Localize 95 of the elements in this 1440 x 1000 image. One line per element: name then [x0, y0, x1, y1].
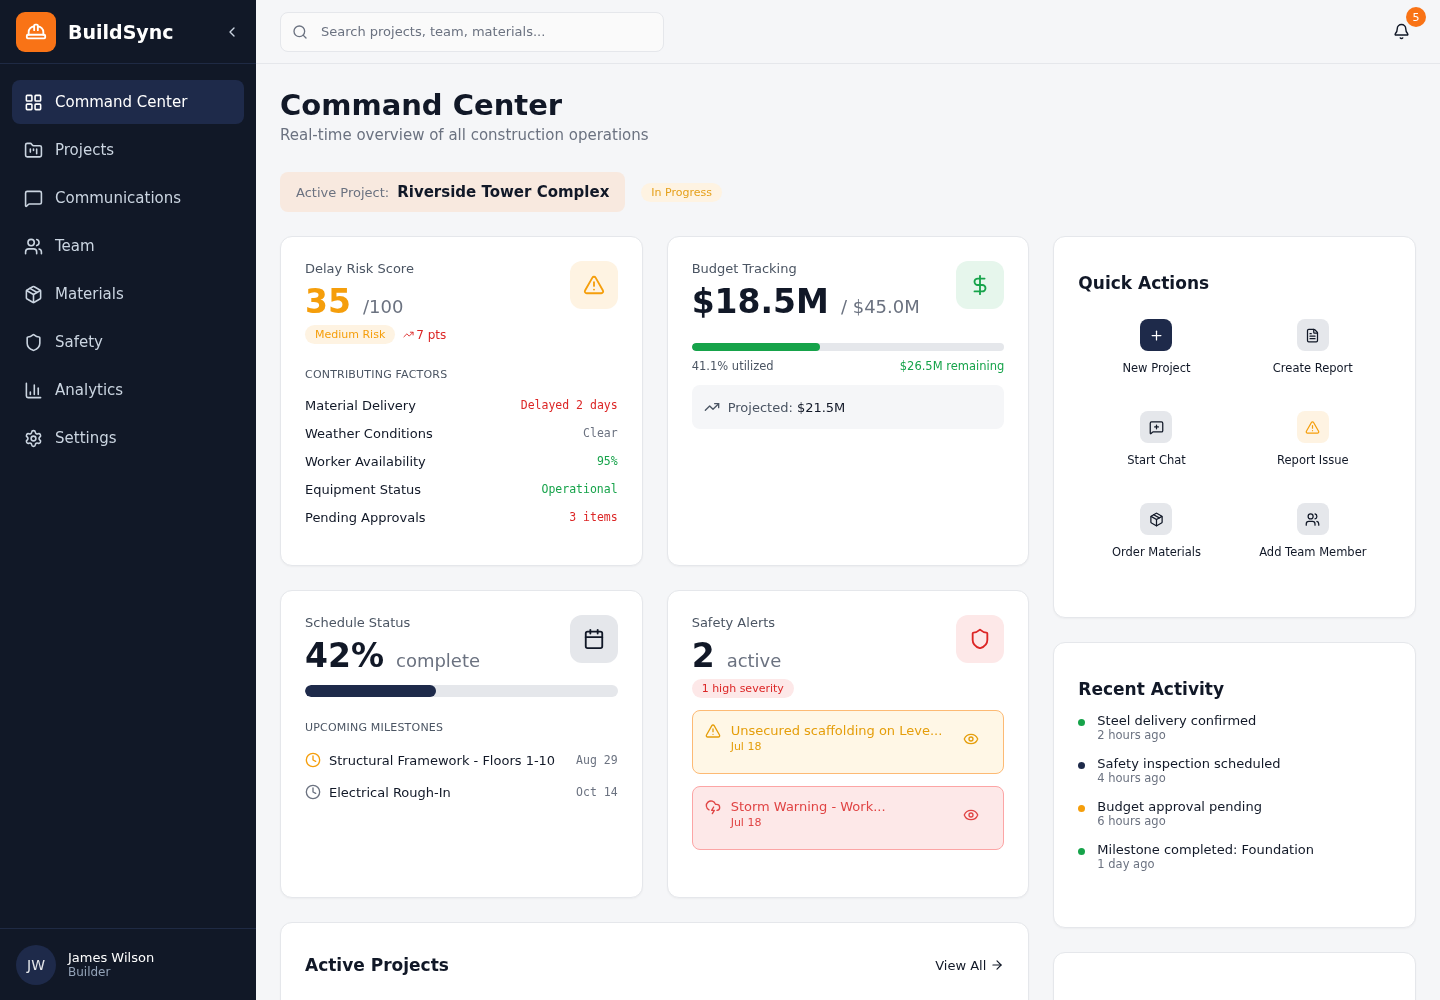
factor-name: Pending Approvals	[305, 509, 426, 525]
schedule-suffix: complete	[396, 650, 481, 671]
alert-date: Jul 18	[730, 740, 763, 753]
card-title: Delay Risk Score	[305, 261, 414, 276]
activity-time: 4 hours ago	[1097, 771, 1167, 785]
alert-count: 2	[691, 636, 715, 675]
activity-text: Safety inspection scheduled	[1097, 756, 1281, 771]
nav-item[interactable]: Materials	[12, 272, 244, 316]
risk-score: 35	[305, 282, 351, 321]
factor-name: Equipment Status	[305, 481, 422, 497]
milestone-name: Electrical Rough-In	[329, 784, 452, 800]
card-title: Recent Activity	[1078, 679, 1225, 699]
nav-item[interactable]: Safety	[12, 320, 244, 364]
page-title: Command Center	[280, 88, 564, 122]
activity-text: Steel delivery confirmed	[1097, 713, 1257, 728]
budget-total: / $45.0M	[840, 296, 920, 317]
quick-action-button[interactable]: Start Chat	[1078, 411, 1235, 467]
factor-name: Worker Availability	[305, 453, 426, 469]
dashboard-icon	[24, 92, 43, 112]
severity-badge: 1 high severity	[691, 679, 794, 698]
activity-time: 2 hours ago	[1097, 728, 1167, 742]
status-badge: In Progress	[641, 182, 722, 202]
storm-icon	[704, 799, 721, 815]
card-title: Active Projects	[305, 955, 449, 975]
brand-name: BuildSync	[68, 20, 175, 43]
nav-item[interactable]: Command Center	[12, 80, 244, 124]
card-title: Schedule Status	[305, 615, 412, 630]
quick-action-button[interactable]: New Project	[1078, 319, 1235, 375]
nav-item[interactable]: Team	[12, 224, 244, 268]
alert-suffix: active	[726, 650, 782, 671]
quick-action-button[interactable]: Create Report	[1234, 319, 1391, 375]
view-icon[interactable]	[963, 807, 980, 823]
nav-item[interactable]: Communications	[12, 176, 244, 220]
notification-count: 5	[1406, 7, 1426, 27]
score-max: /100	[362, 296, 404, 317]
utilized-text: 41.1% utilized	[691, 359, 774, 373]
card-title: Budget Tracking	[691, 261, 798, 276]
box-icon	[24, 284, 43, 304]
milestone-date: Aug 29	[576, 753, 618, 767]
factor-name: Weather Conditions	[305, 425, 433, 441]
active-project-label: Active Project:	[296, 184, 390, 200]
dollar-icon	[956, 261, 1005, 309]
search-field[interactable]: Search projects, team, materials...	[280, 11, 664, 52]
alert-title: Storm Warning - Work...	[730, 799, 887, 814]
risk-badge: Medium Risk	[305, 325, 396, 344]
warning-icon	[704, 723, 721, 739]
arrow-icon	[990, 958, 1005, 972]
warning-icon	[569, 261, 618, 309]
factor-name: Material Delivery	[305, 397, 416, 413]
page-subtitle: Real-time overview of all construction operations	[280, 126, 650, 144]
factor-value: Operational	[541, 482, 618, 496]
settings-icon	[24, 428, 43, 448]
activity-text: Milestone completed: Foundation	[1097, 842, 1314, 857]
active-project-name: Riverside Tower Complex	[397, 183, 610, 201]
shield-icon	[24, 332, 43, 352]
factor-value: 3 items	[569, 510, 618, 524]
bar-chart-icon	[24, 380, 43, 400]
activity-time: 6 hours ago	[1097, 814, 1167, 828]
nav-item[interactable]: Projects	[12, 128, 244, 172]
budget-spent: $18.5M	[691, 282, 829, 321]
schedule-percent: 42%	[305, 636, 384, 675]
trend-icon	[403, 329, 415, 340]
alert-title: Unsecured scaffolding on Leve...	[730, 723, 944, 738]
milestone-date: Oct 14	[576, 785, 618, 799]
chat-icon	[24, 188, 43, 208]
factor-value: Clear	[583, 426, 618, 440]
calendar-icon	[569, 615, 618, 663]
activity-text: Budget approval pending	[1097, 799, 1262, 814]
trend-change: 7 pts	[403, 327, 447, 342]
factor-value: 95%	[596, 454, 618, 468]
nav-item[interactable]: Analytics	[12, 368, 244, 412]
remaining-text: $26.5M remaining	[899, 359, 1005, 373]
user-name: James Wilson	[68, 950, 155, 965]
section-heading: UPCOMING MILESTONES	[305, 721, 445, 734]
activity-time: 1 day ago	[1097, 857, 1156, 871]
quick-action-button[interactable]: Report Issue	[1234, 411, 1391, 467]
logo-icon	[16, 11, 56, 52]
user-avatar: JW	[16, 944, 56, 985]
milestone-name: Structural Framework - Floors 1-10	[329, 752, 557, 768]
quick-action-button[interactable]: Add Team Member	[1234, 503, 1391, 559]
section-heading: CONTRIBUTING FACTORS	[305, 368, 449, 381]
card-title: Safety Alerts	[691, 615, 777, 630]
factor-value: Delayed 2 days	[520, 398, 618, 412]
alert-date: Jul 18	[730, 816, 763, 829]
card-title: Quick Actions	[1078, 273, 1211, 293]
view-all-link[interactable]: View All	[935, 957, 1005, 973]
nav-item[interactable]: Settings	[12, 416, 244, 460]
quick-action-button[interactable]: Order Materials	[1078, 503, 1235, 559]
search-icon	[292, 23, 308, 40]
people-icon	[24, 236, 43, 256]
projected-text: Projected: $21.5M	[727, 399, 846, 415]
shield-icon	[956, 615, 1005, 663]
alert-item[interactable]: Storm Warning - Work... Jul 18	[691, 786, 1005, 850]
folder-icon	[24, 140, 43, 160]
user-role: Builder	[68, 965, 112, 979]
